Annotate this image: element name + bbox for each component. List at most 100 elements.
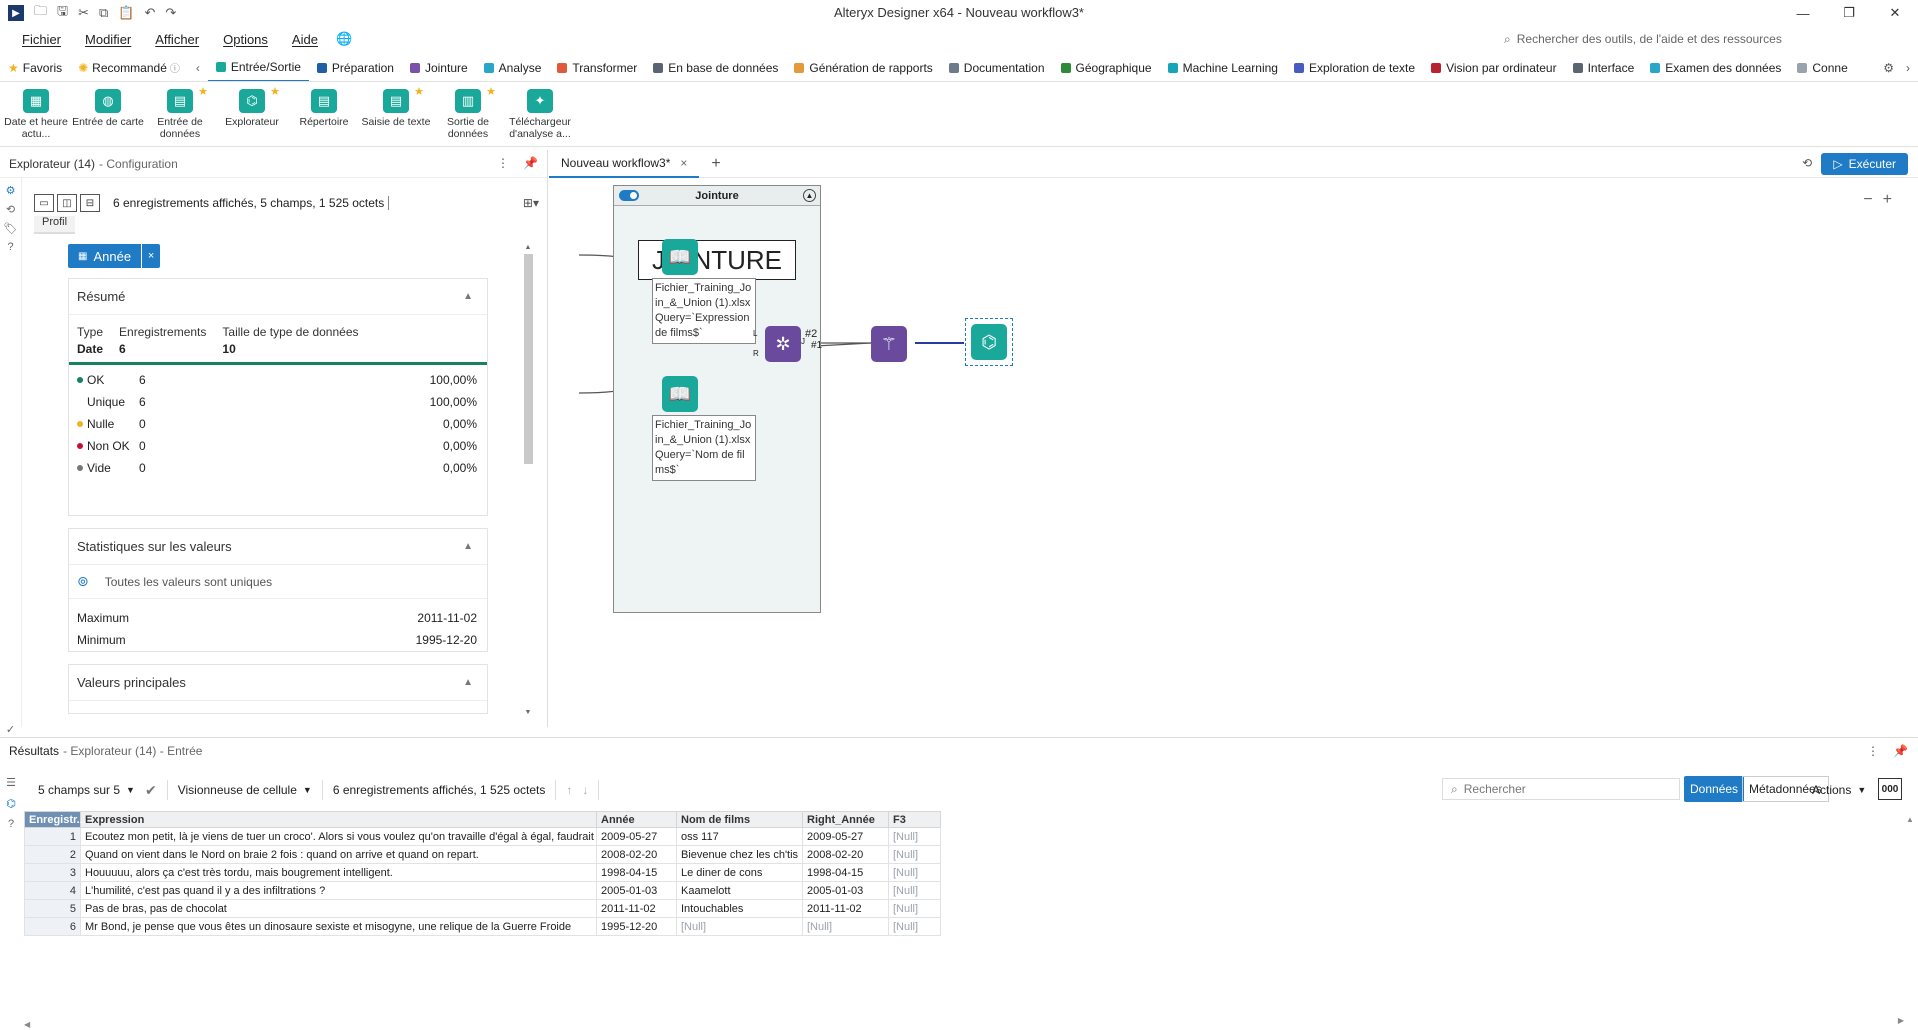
tab-workflow[interactable]: Nouveau workflow3* × (549, 150, 700, 178)
help-icon[interactable]: ? (0, 818, 22, 830)
menu-afficher[interactable]: Afficher (143, 32, 211, 47)
tag-icon[interactable]: 🏷 (0, 222, 21, 235)
field-chip[interactable]: ▦ Année × (68, 244, 161, 268)
actions-dropdown[interactable]: Actions ▼ (1812, 780, 1866, 800)
chevron-left-icon[interactable]: ‹ (188, 61, 208, 75)
table-row[interactable]: 5 Pas de bras, pas de chocolat 2011-11-02 I… (24, 899, 941, 918)
table-row[interactable]: 1 Ecoutez mon petit, là je viens de tuer … (24, 827, 941, 846)
more-options-icon[interactable]: ⋮ (1867, 744, 1879, 758)
list-icon[interactable]: ☰ (0, 776, 22, 789)
tab-recommande[interactable]: ✺ Recommandé ⓘ (70, 54, 188, 81)
table-cell[interactable]: 1998-04-15 (802, 863, 889, 882)
table-cell[interactable]: 2005-01-03 (596, 881, 677, 900)
help-icon[interactable]: ? (0, 241, 21, 253)
config-scrollbar[interactable]: ▲ ▼ (522, 244, 534, 716)
table-cell[interactable]: [Null] (888, 917, 941, 936)
palette-tool[interactable]: ▤ Entrée de données ★ (144, 83, 216, 146)
close-icon[interactable]: × (142, 244, 161, 268)
close-window-button[interactable]: ✕ (1872, 0, 1918, 26)
category-tab[interactable]: Examen des données (1642, 54, 1789, 81)
menu-modifier[interactable]: Modifier (73, 32, 143, 47)
arrow-down-icon[interactable]: ↓ (582, 783, 588, 797)
category-tab[interactable]: Interface (1565, 54, 1643, 81)
fields-dropdown[interactable]: 5 champs sur 5 ▼ ✔ (30, 780, 168, 800)
split-vertical-button[interactable]: ◫ (57, 194, 77, 212)
column-header[interactable]: Nom de films (676, 811, 803, 828)
table-cell[interactable]: 2011-11-02 (596, 899, 677, 918)
category-tab[interactable]: En base de données (645, 54, 786, 81)
table-cell[interactable]: 1995-12-20 (596, 917, 677, 936)
table-cell[interactable]: 1998-04-15 (596, 863, 677, 882)
check-icon[interactable]: ✔ (145, 782, 157, 799)
pin-icon[interactable]: 📌 (523, 156, 538, 170)
gear-icon[interactable]: ⚙ (0, 184, 21, 197)
arrow-up-icon[interactable]: ↑ (566, 783, 572, 797)
chevron-up-icon[interactable]: ▲ (463, 291, 473, 302)
save-icon[interactable]: 🖫 (57, 2, 68, 24)
table-row[interactable]: 6 Mr Bond, je pense que vous êtes un dino… (24, 917, 941, 936)
cell-viewer-dropdown[interactable]: Visionneuse de cellule ▼ (168, 780, 323, 800)
menu-aide[interactable]: Aide (280, 32, 330, 47)
table-cell[interactable]: [Null] (802, 917, 889, 936)
close-icon[interactable]: × (680, 156, 687, 170)
table-cell[interactable]: Bievenue chez les ch'tis (676, 845, 803, 864)
app-icon[interactable]: ▶ (8, 5, 24, 21)
column-header[interactable]: Expression (80, 811, 597, 828)
check-circle-icon[interactable]: ✓ (0, 723, 21, 736)
table-cell[interactable]: Ecoutez mon petit, là je viens de tuer u… (80, 827, 597, 846)
table-cell[interactable]: 6 (24, 917, 81, 936)
category-tab[interactable]: Jointure (402, 54, 476, 81)
category-tab[interactable]: Analyse (476, 54, 550, 81)
paste-icon[interactable]: 📋 (118, 5, 134, 21)
category-tab[interactable]: Préparation (309, 54, 402, 81)
gear-icon[interactable]: ⚙ (1883, 61, 1894, 75)
table-cell[interactable]: [Null] (888, 863, 941, 882)
number-format-button[interactable]: 000 (1878, 778, 1902, 800)
tool-search-input[interactable]: ⌕ Rechercher des outils, de l'aide et de… (1504, 28, 1904, 50)
dna-tool[interactable]: ⚚ (871, 326, 907, 362)
category-tab[interactable]: Documentation (941, 54, 1053, 81)
results-hscrollbar[interactable]: ◀ ▶ (24, 1016, 1904, 1029)
results-vscrollbar[interactable]: ▲ (1906, 815, 1916, 1015)
table-cell[interactable]: L'humilité, c'est pas quand il y a des i… (80, 881, 597, 900)
input-tool-2[interactable]: 📖 (662, 376, 698, 412)
category-tab[interactable]: Machine Learning (1160, 54, 1286, 81)
column-header[interactable]: Right_Année (802, 811, 889, 828)
table-cell[interactable]: Le diner de cons (676, 863, 803, 882)
data-button[interactable]: Données (1684, 776, 1745, 802)
table-cell[interactable]: Quand on vient dans le Nord on braie 2 f… (80, 845, 597, 864)
input-tool-1[interactable]: 📖 (662, 239, 698, 275)
column-header[interactable]: Année (596, 811, 677, 828)
split-horizontal-button[interactable]: ⊟ (80, 194, 100, 212)
collapse-icon[interactable]: ▲ (803, 189, 816, 202)
table-cell[interactable]: [Null] (888, 845, 941, 864)
zoom-in-button[interactable]: + (1883, 191, 1892, 209)
table-cell[interactable]: [Null] (888, 827, 941, 846)
pin-icon[interactable]: 📌 (1893, 744, 1908, 758)
palette-tool[interactable]: ✦ Téléchargeur d'analyse a... (504, 83, 576, 146)
category-tab[interactable]: Géographique (1053, 54, 1160, 81)
container-toggle[interactable] (619, 190, 639, 201)
table-cell[interactable]: oss 117 (676, 827, 803, 846)
add-tab-button[interactable]: + (711, 155, 720, 173)
more-options-icon[interactable]: ⋮ (497, 156, 509, 170)
category-tab[interactable]: Conne (1789, 54, 1855, 81)
chevron-up-icon[interactable]: ▲ (463, 541, 473, 552)
undo-icon[interactable]: ↶ (144, 5, 155, 21)
table-cell[interactable]: 2009-05-27 (596, 827, 677, 846)
table-row[interactable]: 4 L'humilité, c'est pas quand il y a des… (24, 881, 941, 900)
binoculars-icon[interactable]: ⌬ (0, 797, 22, 810)
results-search-input[interactable]: ⌕ Rechercher (1442, 778, 1680, 800)
table-cell[interactable]: [Null] (888, 899, 941, 918)
run-button[interactable]: ▷ Exécuter (1821, 153, 1908, 175)
table-cell[interactable]: 3 (24, 863, 81, 882)
table-cell[interactable]: Kaamelott (676, 881, 803, 900)
category-tab[interactable]: Vision par ordinateur (1423, 54, 1565, 81)
palette-tool[interactable]: ▥ Sortie de données ★ (432, 83, 504, 146)
join-tool[interactable]: ✲ (765, 326, 801, 362)
workflow-canvas[interactable]: − + Jointure ▲ JOINTURE 📖 Fichier_Trainin… (549, 179, 1918, 727)
minimize-button[interactable]: — (1780, 0, 1826, 26)
copy-icon[interactable]: ⧉ (99, 5, 108, 21)
table-cell[interactable]: 2008-02-20 (596, 845, 677, 864)
tool-container[interactable]: Jointure ▲ JOINTURE (613, 185, 821, 613)
